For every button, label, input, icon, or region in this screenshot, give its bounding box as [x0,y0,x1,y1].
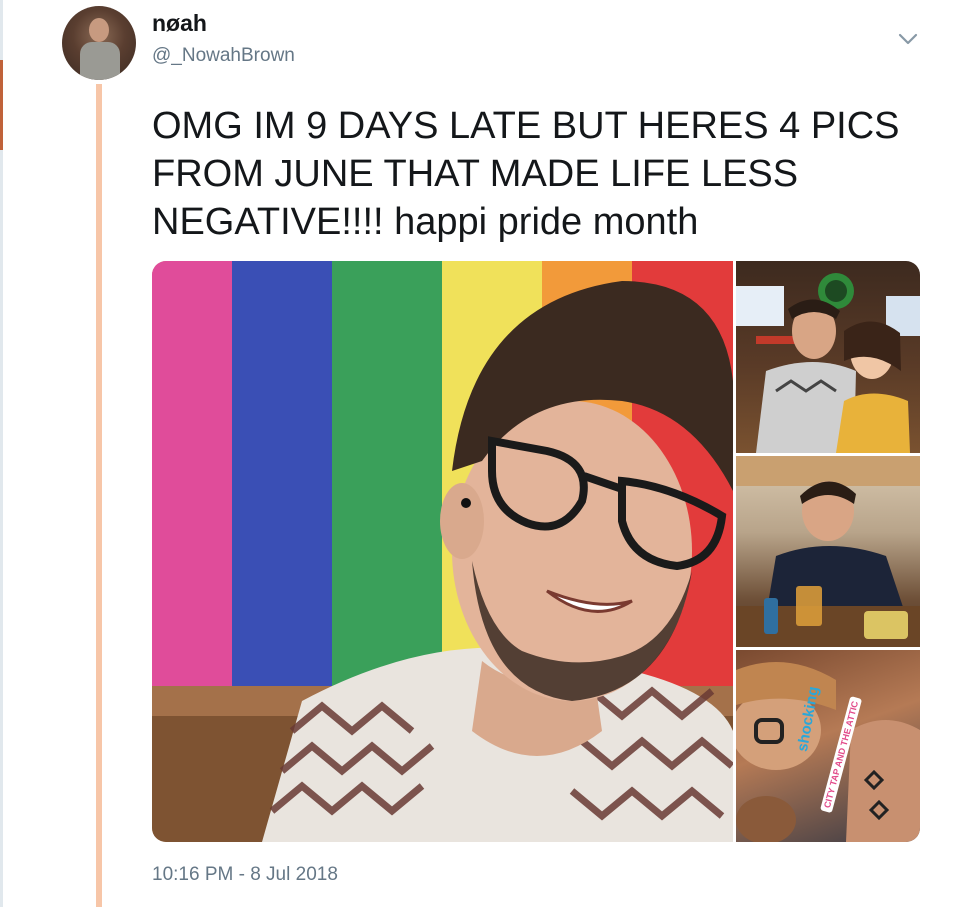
display-name[interactable]: nøah [152,10,207,37]
avatar[interactable] [62,6,136,80]
photo-story-image [736,662,920,842]
photo-bar[interactable] [736,261,920,453]
photo-bar-image [736,273,920,453]
flag-stripe-blue [232,261,332,691]
flag-stripe-pink [152,261,232,691]
avatar-figure-body [80,42,120,80]
tweet-timestamp[interactable]: 10:16 PM - 8 Jul 2018 [152,864,338,886]
tweet-text: OMG IM 9 DAYS LATE BUT HERES 4 PICS FROM… [152,105,900,243]
thread-line [96,84,102,907]
photo-main[interactable] [152,261,733,842]
window-edge [0,0,3,907]
flag-stripe-green [332,261,442,691]
chevron-down-icon[interactable] [896,30,920,50]
avatar-figure-head [89,18,109,42]
photo-story[interactable]: shocking CITY TAP AND THE ATTIC [736,650,920,842]
user-handle[interactable]: @_NowahBrown [152,45,295,67]
photo-main-image [152,261,733,842]
media-grid: shocking CITY TAP AND THE ATTIC [152,261,920,842]
photo-table-image [736,456,920,647]
photo-table[interactable] [736,456,920,647]
window-edge-accent [0,60,3,150]
